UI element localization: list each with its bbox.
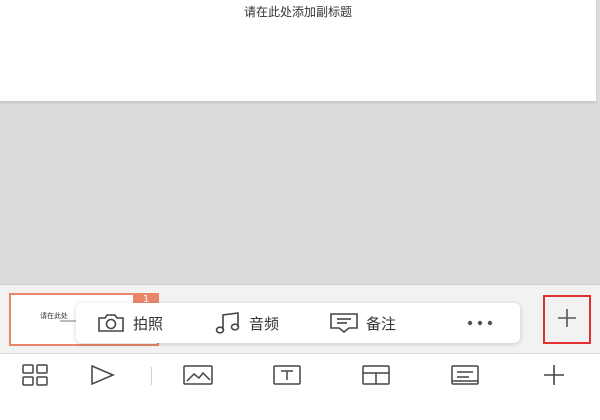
audio-button[interactable]: 音频	[214, 303, 279, 343]
notes-icon	[449, 363, 481, 391]
plus-icon	[556, 307, 578, 333]
camera-button[interactable]: 拍照	[96, 303, 163, 343]
grid-view-icon	[21, 363, 51, 391]
notes-label: 备注	[366, 314, 397, 333]
plus-icon	[540, 363, 568, 391]
insert-text-box-button[interactable]	[267, 360, 307, 394]
image-icon	[182, 363, 214, 391]
note-icon	[329, 311, 359, 335]
grid-view-button[interactable]	[16, 360, 56, 394]
audio-label: 音频	[249, 314, 280, 333]
camera-label: 拍照	[133, 314, 164, 333]
layout-button[interactable]	[356, 360, 396, 394]
camera-icon	[96, 312, 126, 334]
play-button[interactable]	[82, 360, 122, 394]
more-icon	[465, 318, 495, 328]
play-icon	[87, 363, 117, 391]
insert-image-button[interactable]	[178, 360, 218, 394]
music-note-icon	[214, 311, 242, 335]
more-button[interactable]	[465, 303, 495, 343]
insert-popup-menu: 拍照 音频 备注	[76, 303, 520, 343]
notes-panel-button[interactable]	[445, 360, 485, 394]
layout-icon	[360, 363, 392, 391]
toolbar-divider	[151, 367, 152, 385]
slide-subtitle-placeholder[interactable]: 请在此处添加副标题	[0, 3, 596, 20]
notes-button[interactable]: 备注	[329, 303, 396, 343]
toolbar-add-button[interactable]	[534, 360, 574, 394]
text-box-icon	[271, 363, 303, 391]
add-slide-button[interactable]	[543, 295, 591, 344]
